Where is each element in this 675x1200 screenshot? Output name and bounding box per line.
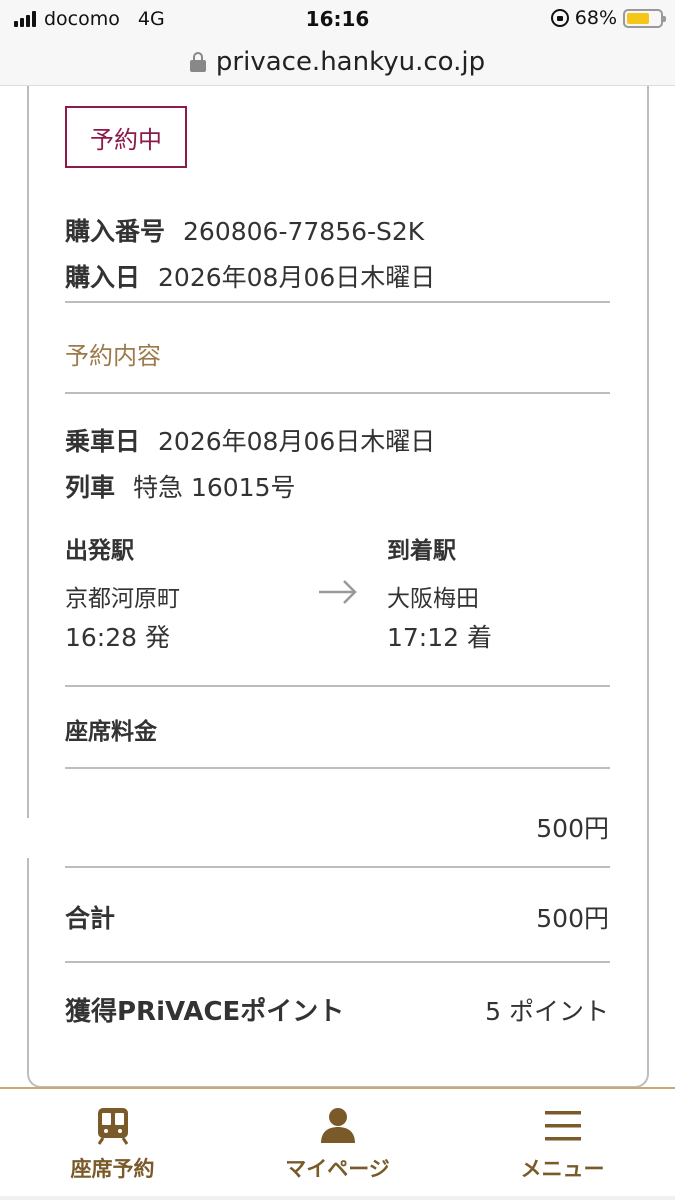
- reservation-details-title: 予約内容: [65, 342, 161, 370]
- divider: [65, 866, 610, 868]
- purchase-number-value: 260806-77856-S2K: [183, 217, 425, 246]
- purchase-number-label: 購入番号: [65, 217, 166, 246]
- arrival-station-label: 到着駅: [387, 538, 456, 564]
- arrival-time: 17:12 着: [387, 623, 492, 652]
- purchase-number-row: 購入番号 260806-77856-S2K: [65, 212, 424, 248]
- nav-menu[interactable]: メニュー: [450, 1089, 675, 1200]
- battery-icon: [623, 8, 666, 28]
- divider: [65, 961, 610, 963]
- divider: [65, 685, 610, 687]
- address-bar[interactable]: privace.hankyu.co.jp: [0, 38, 675, 86]
- nav-label: メニュー: [520, 1157, 605, 1181]
- card-edge-gap: [24, 818, 30, 858]
- purchase-date-label: 購入日: [65, 263, 141, 292]
- status-bar: docomo 4G 16:16 68%: [0, 0, 675, 38]
- seat-fee-amount: 500円: [536, 814, 609, 843]
- nav-label: 座席予約: [70, 1157, 155, 1181]
- ride-date-label: 乗車日: [65, 427, 141, 456]
- home-indicator-area: [0, 1196, 675, 1200]
- purchase-date-value: 2026年08月06日木曜日: [158, 263, 436, 292]
- departure-station-name: 京都河原町: [65, 586, 180, 612]
- nav-my-page[interactable]: マイページ: [225, 1089, 450, 1200]
- points-value: 5 ポイント: [485, 997, 609, 1026]
- padlock-icon: [189, 51, 206, 72]
- divider: [65, 301, 610, 303]
- bottom-nav: 座席予約 マイページ メニュー: [0, 1087, 675, 1200]
- ride-date-row: 乗車日 2026年08月06日木曜日: [65, 422, 435, 458]
- departure-station-label: 出発駅: [65, 538, 134, 564]
- departure-time: 16:28 発: [65, 623, 170, 652]
- nav-label: マイページ: [285, 1157, 390, 1181]
- person-icon: [320, 1108, 355, 1143]
- train-value: 特急 16015号: [133, 473, 296, 502]
- ride-date-value: 2026年08月06日木曜日: [158, 427, 436, 456]
- status-right: 68%: [550, 7, 666, 29]
- total-label: 合計: [65, 904, 116, 933]
- train-icon: [97, 1108, 128, 1145]
- battery-level: [627, 12, 649, 24]
- battery-percent: 68%: [574, 7, 617, 29]
- url-text[interactable]: privace.hankyu.co.jp: [216, 47, 485, 77]
- points-label: 獲得PRiVACEポイント: [65, 997, 345, 1027]
- train-label: 列車: [65, 473, 116, 502]
- rotation-lock-icon: [550, 9, 569, 27]
- arrow-right-icon: [319, 580, 357, 604]
- divider: [65, 392, 610, 394]
- nav-seat-reservation[interactable]: 座席予約: [0, 1089, 225, 1200]
- seat-fee-label: 座席料金: [65, 719, 157, 745]
- purchase-date-row: 購入日 2026年08月06日木曜日: [65, 258, 435, 294]
- status-badge: 予約中: [65, 106, 187, 168]
- total-amount: 500円: [536, 904, 609, 933]
- hamburger-menu-icon: [544, 1111, 581, 1141]
- divider: [65, 767, 610, 769]
- train-row: 列車 特急 16015号: [65, 468, 296, 504]
- arrival-station-name: 大阪梅田: [387, 586, 479, 612]
